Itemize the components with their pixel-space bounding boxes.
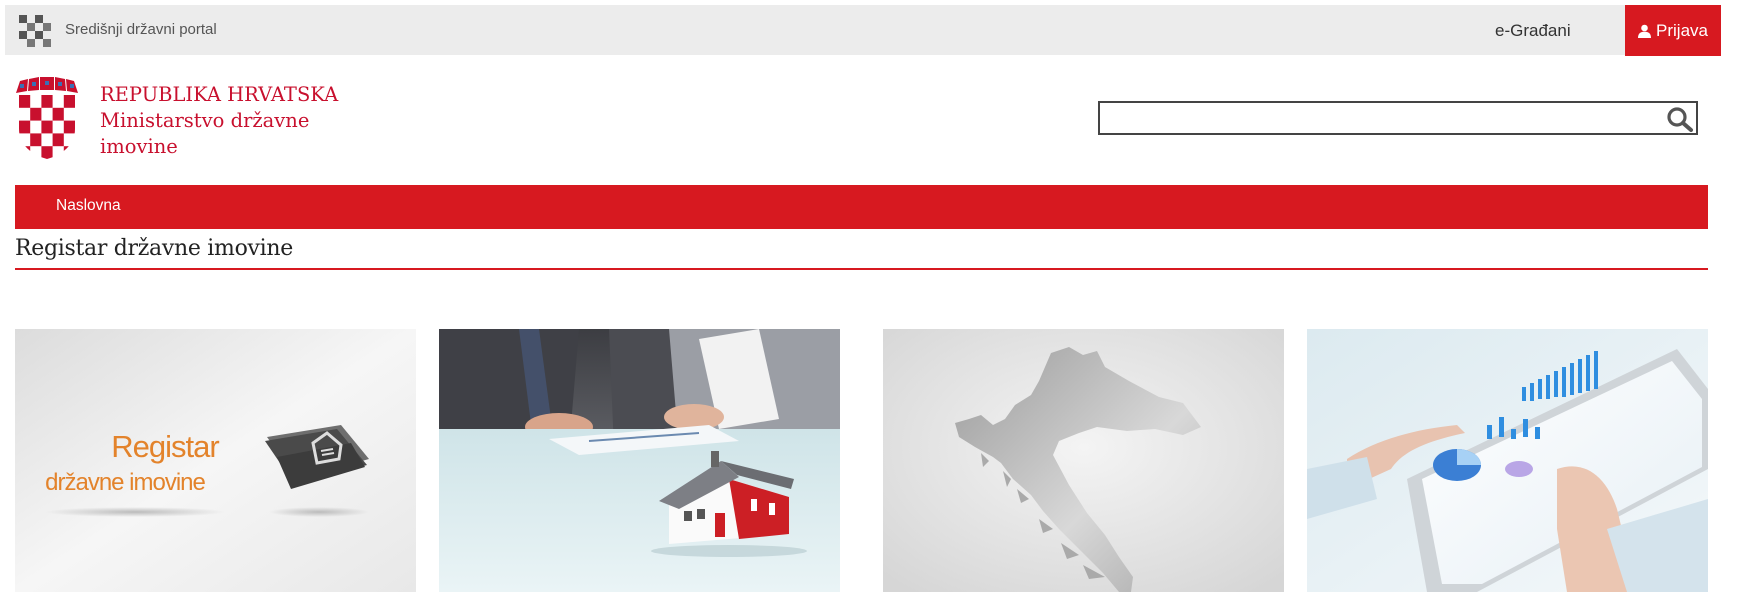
portal-logo-icon[interactable]: [19, 15, 51, 47]
ministry-name[interactable]: REPUBLIKA HRVATSKA Ministarstvo državne …: [100, 82, 338, 160]
egradani-link[interactable]: e-Građani: [1495, 21, 1571, 41]
page-title: Registar državne imovine: [15, 236, 293, 261]
ministry-line-2: Ministarstvo državne: [100, 109, 310, 132]
tile-registar-line1: Registar: [111, 429, 219, 464]
tile-registar[interactable]: Registar državne imovine: [15, 329, 416, 592]
portal-topbar: Središnji državni portal e-Građani Prija…: [5, 5, 1721, 56]
nav-item-naslovna[interactable]: Naslovna: [56, 197, 121, 215]
portal-name-link[interactable]: Središnji državni portal: [65, 21, 217, 38]
ministry-line-3: imovine: [100, 135, 178, 158]
house-contract-photo: [439, 329, 840, 592]
ministry-line-1: REPUBLIKA HRVATSKA: [100, 83, 339, 106]
tile-croatia-map[interactable]: [883, 329, 1284, 592]
croatia-map-photo: [883, 329, 1284, 592]
login-button[interactable]: Prijava: [1625, 5, 1721, 56]
main-nav: Naslovna: [15, 185, 1708, 229]
search-icon[interactable]: [1666, 106, 1694, 132]
login-label: Prijava: [1656, 20, 1708, 40]
tile-house-contract[interactable]: [439, 329, 840, 592]
search-input[interactable]: [1106, 103, 1670, 135]
tile-tablet-charts[interactable]: [1307, 329, 1708, 592]
user-icon: [1638, 24, 1652, 38]
coat-of-arms-logo[interactable]: [14, 77, 80, 159]
title-divider: [15, 268, 1708, 270]
tile-registar-line2: državne imovine: [45, 469, 206, 496]
tablet-charts-photo: [1307, 329, 1708, 592]
search-box: [1098, 101, 1698, 135]
